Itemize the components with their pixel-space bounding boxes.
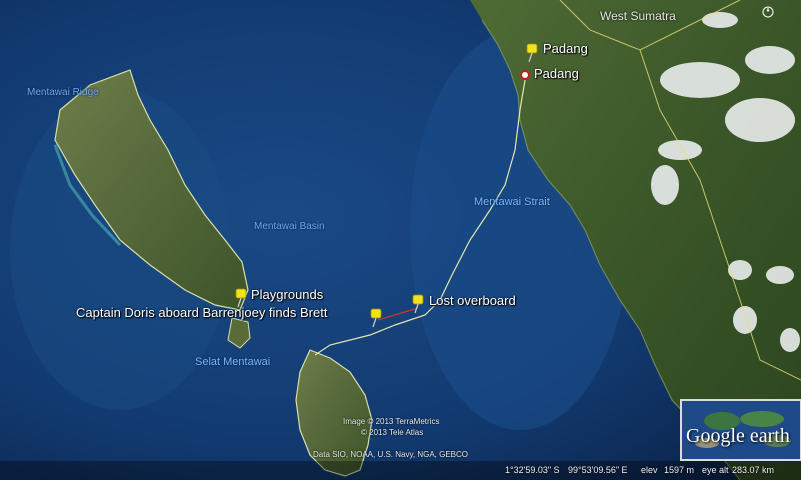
water-label-mentawai-basin: Mentawai Basin xyxy=(254,221,325,232)
status-eye-alt-label: eye alt xyxy=(702,465,729,475)
credit-terrametrics: Image © 2013 TerraMetrics xyxy=(343,417,440,426)
padang-city-dot[interactable] xyxy=(520,70,530,80)
credit-data-sources: Data SIO, NOAA, U.S. Navy, NGA, GEBCO xyxy=(313,450,468,459)
pin-label-playgrounds[interactable]: Playgrounds xyxy=(251,287,323,302)
status-bar: 1°32'59.03" S 99°53'09.56" E elev 1597 m… xyxy=(0,461,801,480)
google-earth-logo: Google earth xyxy=(680,399,801,461)
water-label-selat-mentawai: Selat Mentawai xyxy=(195,356,271,368)
region-label-west-sumatra: West Sumatra xyxy=(600,9,676,23)
pin-label-lost-overboard[interactable]: Lost overboard xyxy=(429,293,516,308)
compass-icon[interactable] xyxy=(762,5,774,18)
water-label-mentawai-ridge: Mentawai Ridge xyxy=(27,87,99,98)
status-latitude: 1°32'59.03" S xyxy=(505,465,560,475)
status-eye-altitude: 283.07 km xyxy=(732,465,775,475)
pin-label-padang[interactable]: Padang xyxy=(543,41,588,56)
status-longitude: 99°53'09.56" E xyxy=(568,465,628,475)
water-label-mentawai-strait: Mentawai Strait xyxy=(474,196,550,208)
status-elevation: 1597 m xyxy=(664,465,695,475)
city-label-padang: Padang xyxy=(534,66,579,81)
status-elev-label: elev xyxy=(641,465,658,475)
pin-label-captain-doris[interactable]: Captain Doris aboard Barrenjoey finds Br… xyxy=(76,305,327,320)
credit-tele-atlas: © 2013 Tele Atlas xyxy=(361,428,424,437)
google-earth-logo-text: Google earth xyxy=(686,425,790,447)
